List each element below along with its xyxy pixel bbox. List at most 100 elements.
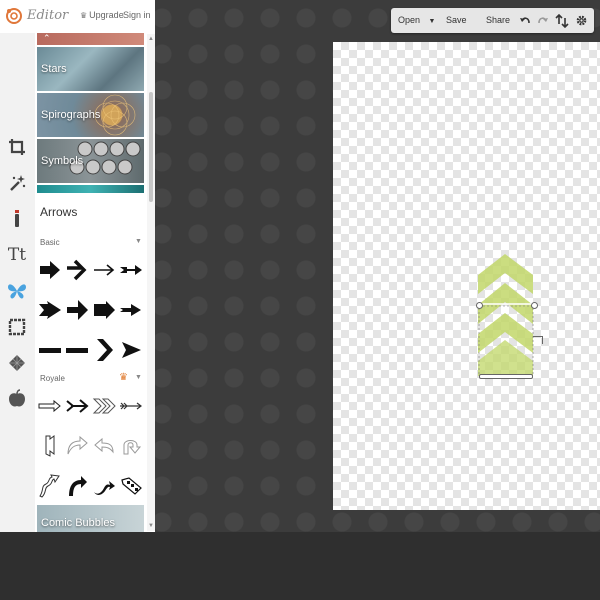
arrow-right-icon [67, 300, 88, 320]
outline-arrow-right-icon [66, 399, 89, 413]
category-tile-stars[interactable]: Stars [37, 47, 144, 91]
effects-tool[interactable] [3, 169, 31, 197]
royale-arrow-12[interactable] [118, 473, 144, 499]
feathered-arrow-icon [120, 402, 142, 410]
save-button[interactable]: Save [446, 15, 467, 25]
apple-icon [9, 389, 25, 407]
arrow-shape-4[interactable] [118, 257, 144, 283]
butterfly-icon [8, 284, 26, 299]
royale-arrow-4[interactable] [118, 393, 144, 419]
curved-arrow-left-icon [94, 437, 114, 454]
panel-scrollbar[interactable]: ▲ ▼ [147, 34, 155, 531]
redo-icon[interactable] [537, 15, 549, 27]
resize-handle-right[interactable] [531, 302, 538, 309]
category-tile-partial[interactable]: ⌃ [37, 33, 144, 45]
crown-icon: ♛ [119, 372, 128, 383]
arrow-right-icon [120, 304, 141, 316]
category-label-symbols: Symbols [41, 155, 84, 167]
layers-order-icon[interactable] [555, 14, 569, 28]
royale-arrow-5[interactable] [37, 433, 63, 459]
category-label-spirographs: Spirographs [41, 109, 101, 121]
open-category-title: Arrows [40, 205, 78, 219]
share-button[interactable]: Share [486, 15, 510, 25]
curved-arrow-down-icon [45, 435, 55, 457]
category-tile-comic-bubbles[interactable]: Comic Bubbles [37, 505, 144, 532]
arrow-shape-10[interactable] [64, 337, 90, 363]
touch-up-tool[interactable] [3, 205, 31, 233]
royale-arrow-10[interactable] [64, 473, 90, 499]
royale-arrow-1[interactable] [37, 393, 63, 419]
scroll-up-icon[interactable]: ▲ [147, 36, 155, 42]
arrow-right-icon [94, 264, 115, 276]
magic-wand-icon [10, 175, 26, 191]
seasonal-tool[interactable] [3, 385, 31, 413]
crown-icon: ♛ [80, 11, 88, 20]
sign-in-link[interactable]: Sign in [123, 10, 151, 20]
arrow-shape-1[interactable] [37, 257, 63, 283]
arrow-shape-6[interactable] [64, 297, 90, 323]
arrow-shape-7[interactable] [91, 297, 117, 323]
textures-tool[interactable] [3, 349, 31, 377]
rotate-handle[interactable] [533, 336, 543, 344]
gear-icon[interactable] [575, 14, 588, 27]
arrow-right-icon [94, 301, 115, 319]
top-action-bar: Open ▼ Save Share [391, 8, 594, 33]
chevron-up-icon: ⌃ [43, 33, 51, 43]
category-tile-symbols[interactable]: Symbols [37, 139, 144, 183]
open-menu-button[interactable]: Open ▼ [398, 15, 435, 25]
outline-arrow-right-icon [38, 399, 61, 413]
upgrade-link[interactable]: ♛ Upgrade [80, 10, 124, 20]
chevron-arrow-overlay[interactable] [333, 42, 600, 510]
royale-arrow-6[interactable] [64, 433, 90, 459]
arrow-shape-12[interactable] [118, 337, 144, 363]
arrow-right-icon [120, 265, 142, 275]
triangle-right-icon [122, 342, 141, 358]
arrow-shape-3[interactable] [91, 257, 117, 283]
wavy-arrow-icon [39, 474, 60, 498]
curved-arrow-down-icon [69, 476, 87, 496]
arrow-shape-11[interactable] [91, 337, 117, 363]
workspace-bottom-band [0, 532, 600, 600]
outline-arrow-right-icon [92, 398, 116, 414]
twisted-arrow-icon [94, 481, 115, 495]
resize-handle-bottom[interactable] [479, 374, 533, 379]
section-royale-label[interactable]: Royale [40, 374, 65, 383]
chevron-down-icon[interactable]: ▼ [135, 238, 142, 245]
crop-tool[interactable] [3, 133, 31, 161]
open-button-label: Open [398, 15, 421, 25]
frame-icon [8, 318, 26, 336]
image-canvas[interactable] [333, 42, 600, 510]
scrollbar-thumb[interactable] [149, 92, 153, 202]
frames-tool[interactable] [3, 313, 31, 341]
app-header: Editor ♛ Upgrade Sign in [0, 0, 155, 34]
royale-arrow-11[interactable] [91, 473, 117, 499]
overlays-tool[interactable] [3, 277, 31, 305]
brush-icon [15, 210, 19, 227]
chevron-right-icon [97, 339, 113, 361]
app-title: Editor [27, 8, 69, 23]
text-tool[interactable]: Tt [3, 241, 31, 269]
category-tile-spirographs[interactable]: Spirographs [37, 93, 144, 137]
arrow-right-icon [39, 301, 61, 319]
royale-arrow-7[interactable] [91, 433, 117, 459]
logo-icon[interactable] [5, 7, 23, 25]
royale-arrow-9[interactable] [37, 473, 63, 499]
arrow-right-icon [40, 261, 60, 279]
arrow-shape-9[interactable] [37, 337, 63, 363]
royale-arrow-2[interactable] [64, 393, 90, 419]
arrow-shape-2[interactable] [64, 257, 90, 283]
chevron-down-icon[interactable]: ▼ [135, 374, 142, 381]
royale-arrow-3[interactable] [91, 393, 117, 419]
caret-down-icon: ▼ [428, 18, 436, 25]
curved-arrow-right-icon [67, 435, 88, 455]
scroll-down-icon[interactable]: ▼ [147, 523, 155, 529]
resize-handle-left[interactable] [476, 302, 483, 309]
undo-icon[interactable] [519, 15, 531, 27]
arrow-shape-8[interactable] [118, 297, 144, 323]
arrow-shape-5[interactable] [37, 297, 63, 323]
texture-icon [9, 355, 25, 371]
royale-arrow-8[interactable] [118, 433, 144, 459]
section-basic-label[interactable]: Basic [40, 238, 60, 247]
arrows-category-banner [37, 185, 144, 193]
arrow-right-icon [67, 259, 87, 281]
